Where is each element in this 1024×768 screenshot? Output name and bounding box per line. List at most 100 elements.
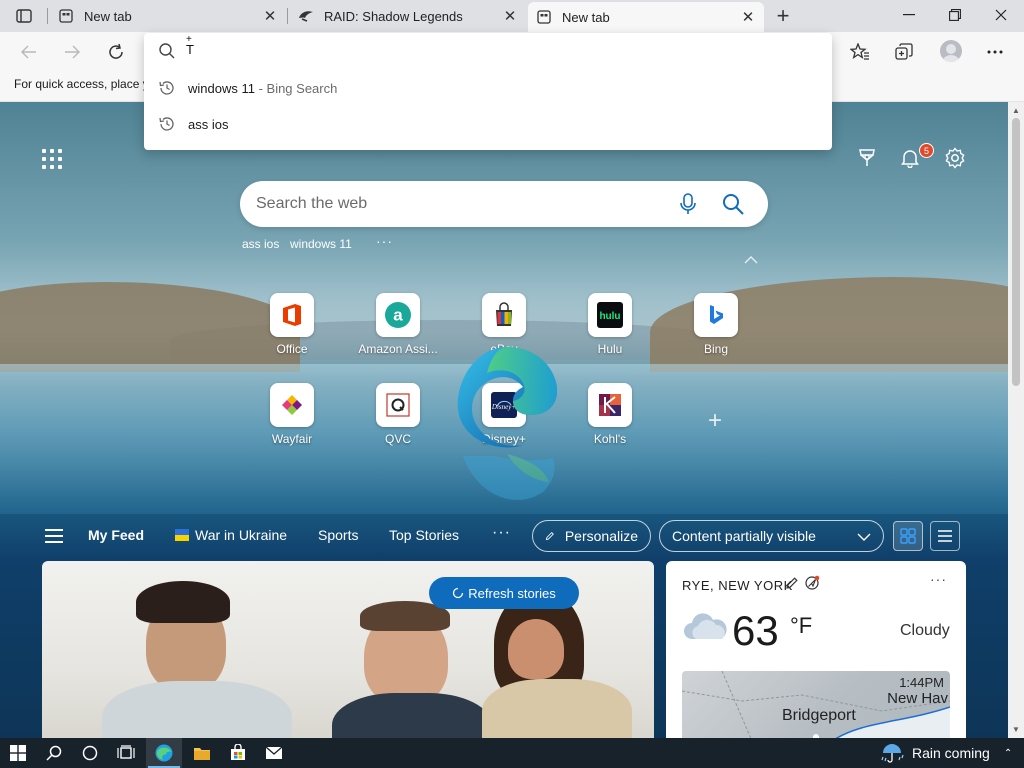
microphone-icon[interactable] — [677, 192, 699, 216]
edit-location-pencil-icon[interactable] — [785, 576, 799, 590]
refresh-stories-button[interactable]: Refresh stories — [429, 577, 579, 609]
umbrella-rain-icon — [881, 744, 904, 763]
tab-new-tab-active[interactable]: New tab ✕ — [528, 2, 764, 32]
personalize-button[interactable]: Personalize — [532, 520, 651, 552]
recent-search-link[interactable]: windows 11 — [290, 237, 352, 251]
forward-icon[interactable] — [59, 39, 85, 65]
quick-link-label: QVC — [384, 432, 411, 446]
quick-link-kohls[interactable]: Kohl's — [565, 383, 655, 453]
cortana-icon[interactable] — [72, 738, 108, 768]
search-icon — [158, 42, 176, 60]
restore-icon[interactable] — [932, 0, 978, 30]
address-bar-input[interactable]: T — [186, 43, 194, 56]
new-tab-button[interactable]: + — [770, 3, 796, 28]
minimize-icon[interactable] — [886, 0, 932, 30]
weather-unit: °F — [790, 613, 813, 638]
taskbar-weather-widget[interactable]: Rain coming ⌃ — [880, 738, 1012, 768]
list-view-icon — [938, 530, 952, 542]
content-visibility-dropdown[interactable]: Content partially visible — [659, 520, 884, 552]
quick-link-disney[interactable]: Disney+ Disney+ — [459, 383, 549, 453]
quick-link-office[interactable]: Office — [247, 293, 337, 363]
suggestion-item[interactable]: windows 11 - Bing Search — [144, 71, 832, 105]
taskbar-search-icon[interactable] — [36, 738, 72, 768]
recent-search-link[interactable]: ass ios — [242, 237, 279, 251]
back-icon[interactable] — [16, 39, 42, 65]
quick-link-label: Wayfair — [271, 432, 313, 446]
task-view-icon[interactable] — [108, 738, 144, 768]
quick-link-label: Kohl's — [593, 432, 627, 446]
page-scrollbar[interactable]: ▲ ▼ — [1008, 102, 1024, 738]
microsoft-store-icon[interactable] — [220, 738, 256, 768]
content-visibility-label: Content partially visible — [672, 528, 816, 544]
disney-icon: Disney+ — [482, 383, 526, 427]
feed-more-button[interactable]: ··· — [492, 524, 511, 542]
app-launcher-icon[interactable] — [42, 149, 62, 169]
notification-count-badge: 5 — [919, 143, 934, 158]
svg-text:hulu: hulu — [599, 311, 620, 322]
system-tray-expand-icon[interactable]: ⌃ — [1004, 748, 1012, 759]
settings-more-icon[interactable] — [982, 39, 1008, 65]
svg-text:Disney+: Disney+ — [491, 403, 516, 411]
chevron-up-icon[interactable] — [742, 254, 760, 266]
map-city-label: New Hav — [887, 690, 948, 707]
svg-text:a: a — [393, 306, 403, 325]
quick-link-hulu[interactable]: hulu Hulu — [565, 293, 655, 363]
search-icon[interactable] — [721, 192, 745, 216]
quick-link-qvc[interactable]: QVC — [353, 383, 443, 453]
quick-link-ebay[interactable]: eBay — [459, 293, 549, 363]
news-image-person — [508, 619, 564, 679]
scroll-down-arrow-icon[interactable]: ▼ — [1012, 725, 1020, 734]
tab-separator — [47, 8, 48, 24]
profile-avatar[interactable] — [940, 40, 962, 62]
refresh-icon[interactable] — [103, 39, 129, 65]
file-explorer-icon[interactable] — [184, 738, 220, 768]
personalize-label: Personalize — [564, 528, 638, 544]
amazon-icon: a — [376, 293, 420, 337]
close-tab-icon[interactable]: ✕ — [502, 8, 518, 25]
suggestion-item[interactable]: ass ios — [144, 107, 832, 141]
rewards-icon[interactable] — [855, 146, 879, 170]
map-timestamp: 1:44PM — [899, 675, 944, 690]
windows-start-icon[interactable] — [0, 738, 36, 768]
page-settings-gear-icon[interactable] — [943, 146, 967, 170]
windows-taskbar: Rain coming ⌃ — [0, 738, 1024, 768]
quick-link-bing[interactable]: Bing — [671, 293, 761, 363]
feed-tab-war-in-ukraine[interactable]: War in Ukraine — [175, 527, 287, 543]
close-tab-icon[interactable]: ✕ — [740, 9, 756, 26]
address-bar-suggestions: + T windows 11 - Bing Search ass ios — [144, 33, 832, 150]
tab-raid-shadow-legends[interactable]: RAID: Shadow Legends ✕ — [290, 2, 526, 30]
tab-strip: New tab ✕ RAID: Shadow Legends ✕ New tab… — [0, 0, 1024, 32]
tab-new-tab-1[interactable]: New tab ✕ — [50, 2, 286, 30]
weather-card[interactable]: RYE, NEW YORK ··· 63 °F Cloudy 1:44PM Ne… — [666, 561, 966, 738]
feed-tab-sports[interactable]: Sports — [318, 527, 358, 543]
tab-actions-icon[interactable] — [8, 5, 40, 27]
quick-link-label: Bing — [703, 342, 729, 356]
menu-hamburger-icon[interactable] — [45, 529, 63, 543]
cloudy-weather-icon — [684, 613, 727, 639]
weather-radar-map[interactable]: 1:44PM New Hav Bridgeport — [682, 671, 950, 738]
new-tab-page: 5 Search the web ass ios windows 11 ··· … — [0, 102, 1008, 738]
scroll-up-arrow-icon[interactable]: ▲ — [1012, 106, 1020, 115]
add-shortcut-icon[interactable]: + — [703, 407, 727, 434]
scrollbar-thumb[interactable] — [1012, 118, 1020, 386]
grid-layout-button[interactable] — [893, 521, 923, 551]
quick-link-wayfair[interactable]: Wayfair — [247, 383, 337, 453]
web-search-box[interactable]: Search the web — [240, 181, 768, 227]
wayfair-icon — [270, 383, 314, 427]
favorites-icon[interactable] — [847, 39, 873, 65]
list-layout-button[interactable] — [930, 521, 960, 551]
mail-icon[interactable] — [256, 738, 292, 768]
feed-tab-my-feed[interactable]: My Feed — [88, 527, 144, 543]
kohls-icon — [588, 383, 632, 427]
raid-icon — [298, 8, 314, 24]
recent-searches-more-button[interactable]: ··· — [376, 233, 393, 249]
weather-more-button[interactable]: ··· — [930, 571, 947, 587]
refresh-spinner-icon — [453, 587, 464, 599]
close-tab-icon[interactable]: ✕ — [262, 8, 278, 25]
close-window-icon[interactable] — [978, 0, 1024, 30]
feed-tab-top-stories[interactable]: Top Stories — [389, 527, 459, 543]
taskbar-edge-icon[interactable] — [146, 738, 182, 768]
collections-icon[interactable] — [891, 39, 917, 65]
detect-location-icon[interactable] — [804, 575, 820, 591]
quick-link-amazon[interactable]: a Amazon Assi... — [353, 293, 443, 363]
